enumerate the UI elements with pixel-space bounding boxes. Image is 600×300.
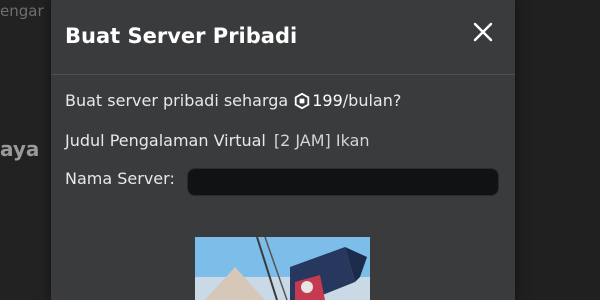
background-heading: aya [0, 137, 40, 161]
server-name-label: Nama Server: [65, 169, 175, 188]
modal-header: Buat Server Pribadi [51, 0, 515, 74]
experience-thumbnail [195, 237, 370, 300]
robux-icon [295, 92, 310, 109]
experience-label: Judul Pengalaman Virtual [65, 131, 266, 150]
experience-name: [2 JAM] Ikan [273, 131, 370, 150]
experience-row: Judul Pengalaman Virtual [2 JAM] Ikan [65, 131, 370, 150]
private-server-modal: Buat Server Pribadi Buat server pribadi … [51, 0, 515, 300]
background-panel [515, 0, 600, 300]
thumbnail-art [195, 237, 370, 300]
server-name-row: Nama Server: [65, 169, 175, 188]
price-row: Buat server pribadi seharga 199 /bulan? [65, 91, 401, 110]
screen: engar aya Buat Server Pribadi Buat serve… [0, 0, 600, 300]
modal-title: Buat Server Pribadi [65, 24, 298, 48]
price-suffix: /bulan? [342, 91, 402, 110]
close-icon [473, 22, 493, 42]
background-text: engar [0, 2, 44, 20]
header-divider [51, 74, 515, 75]
close-button[interactable] [469, 18, 497, 46]
price-prefix: Buat server pribadi seharga [65, 91, 289, 110]
server-name-input[interactable] [187, 168, 499, 196]
price-value: 199 [312, 91, 343, 110]
